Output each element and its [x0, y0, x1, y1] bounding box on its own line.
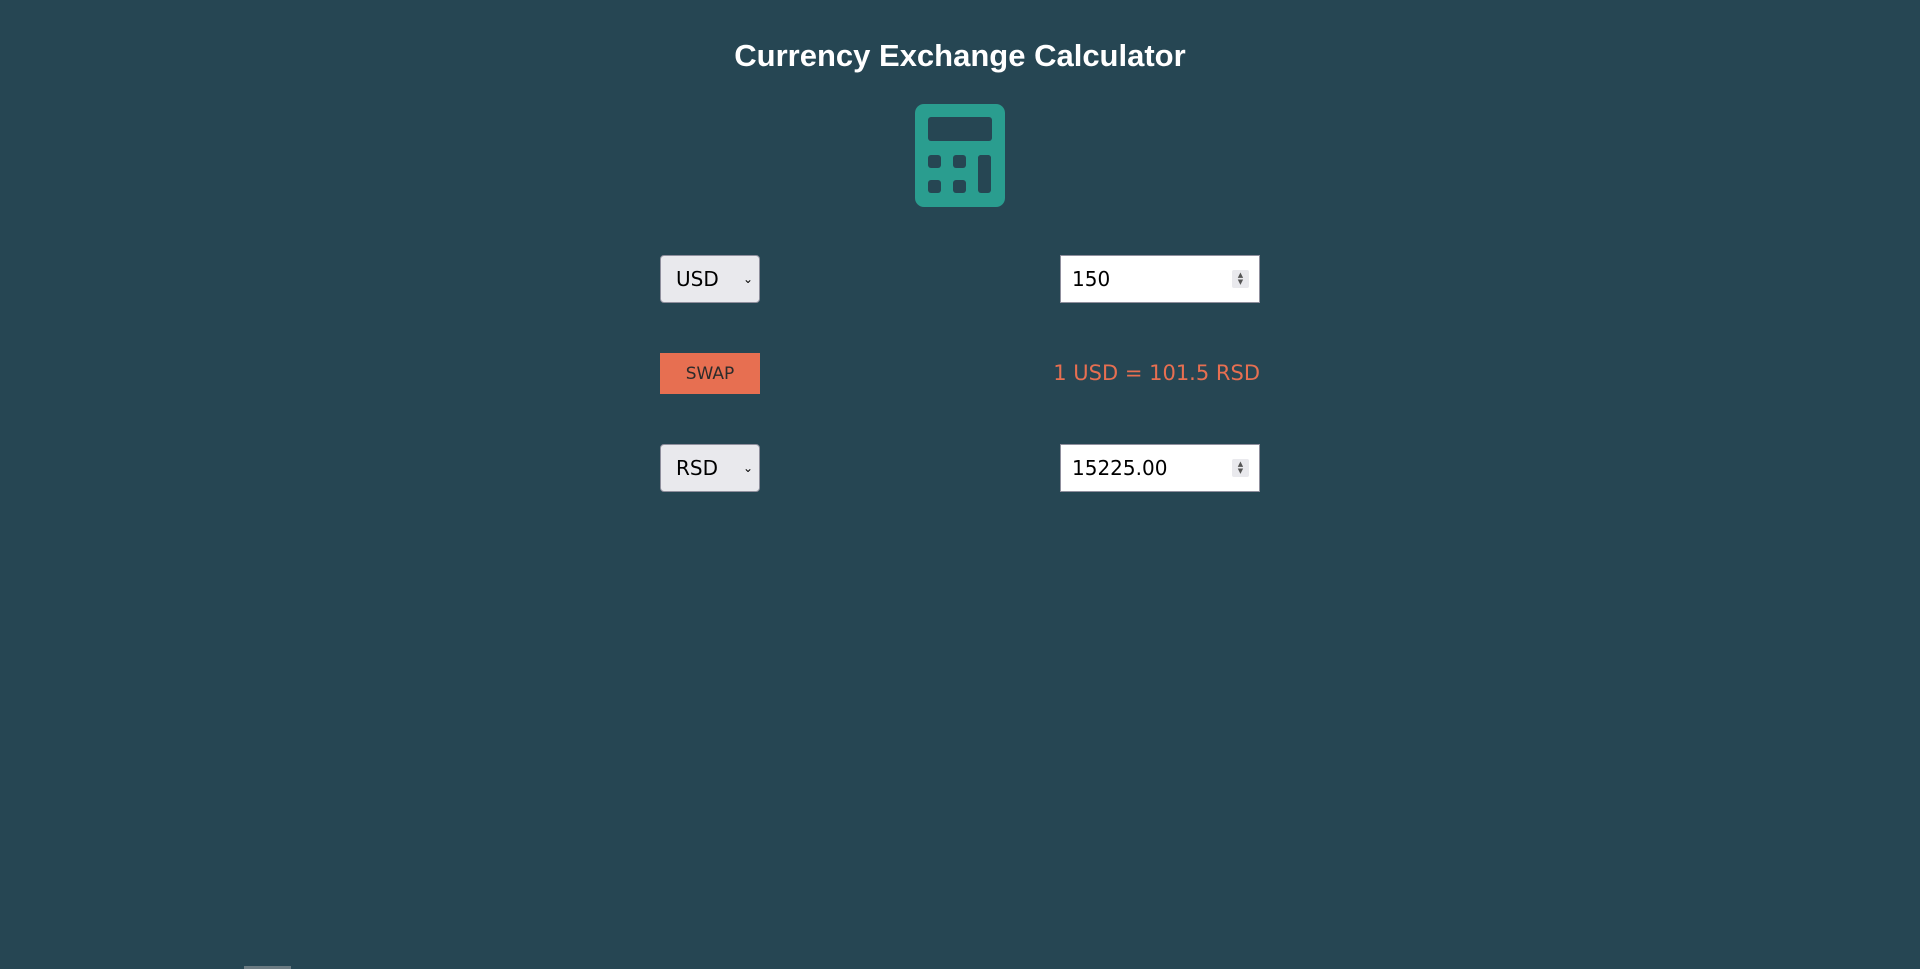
spinner-icon[interactable]: ▲ ▼: [1232, 459, 1249, 477]
to-currency-select[interactable]: RSD ⌄: [660, 444, 760, 492]
chevron-down-icon: ⌄: [742, 461, 753, 475]
exchange-rate-text: 1 USD = 101.5 RSD: [1053, 361, 1260, 385]
page-title: Currency Exchange Calculator: [734, 38, 1186, 73]
calculator-icon: [915, 104, 1005, 207]
to-amount-input[interactable]: 15225.00 ▲ ▼: [1060, 444, 1260, 492]
to-currency-value: RSD: [676, 456, 718, 480]
page: Currency Exchange Calculator USD ⌄ 150 ▲…: [0, 0, 1920, 969]
to-amount-value: 15225.00: [1072, 456, 1168, 480]
spinner-icon[interactable]: ▲ ▼: [1232, 270, 1249, 288]
from-currency-value: USD: [676, 267, 719, 291]
from-currency-select[interactable]: USD ⌄: [660, 255, 760, 303]
chevron-down-icon: ⌄: [742, 272, 753, 286]
from-amount-input[interactable]: 150 ▲ ▼: [1060, 255, 1260, 303]
swap-button[interactable]: SWAP: [660, 353, 760, 394]
from-amount-value: 150: [1072, 267, 1111, 291]
